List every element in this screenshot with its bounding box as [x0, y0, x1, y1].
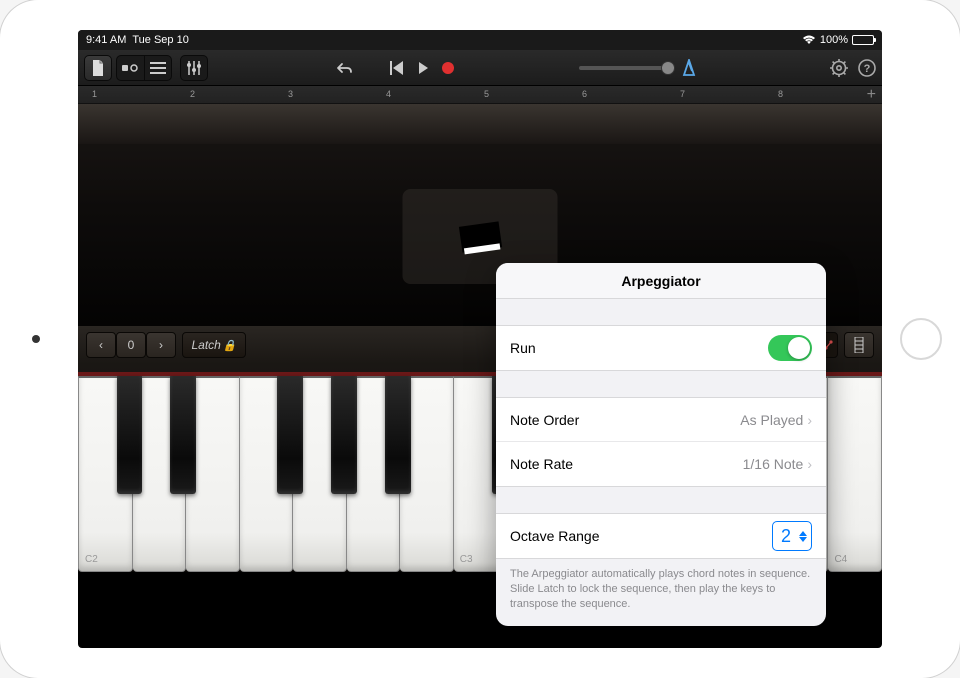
home-button[interactable] [900, 318, 942, 360]
note-rate-value: 1/16 Note [743, 456, 804, 472]
stepper-down-button[interactable] [799, 537, 807, 542]
lock-icon: 🔒 [223, 339, 237, 352]
octave-range-row: Octave Range 2 [496, 514, 826, 558]
play-button[interactable] [419, 62, 428, 74]
black-key[interactable] [117, 376, 143, 494]
ruler-mark: 4 [386, 89, 391, 99]
record-button[interactable] [442, 62, 454, 74]
arpeggiator-popover: Arpeggiator Run Note Order As Played › [496, 263, 826, 626]
svg-text:?: ? [864, 63, 871, 75]
go-to-beginning-button[interactable] [389, 61, 405, 75]
black-key[interactable] [385, 376, 411, 494]
stepper-up-button[interactable] [799, 531, 807, 536]
black-key[interactable] [170, 376, 196, 494]
ruler-mark: 8 [778, 89, 783, 99]
volume-knob[interactable] [661, 61, 675, 75]
screen: 9:41 AM Tue Sep 10 100% [78, 30, 882, 648]
my-songs-button[interactable] [84, 55, 112, 81]
metronome-button[interactable] [681, 59, 697, 77]
octave-range-label: Octave Range [510, 528, 772, 544]
popover-footer-text: The Arpeggiator automatically plays chor… [496, 559, 826, 626]
browser-button[interactable] [116, 55, 144, 81]
undo-button[interactable] [333, 55, 355, 81]
octave-up-button[interactable]: › [146, 332, 176, 358]
white-key[interactable]: C4 [828, 376, 882, 572]
note-order-label: Note Order [510, 412, 740, 428]
latch-label: Latch [191, 338, 220, 352]
note-order-row[interactable]: Note Order As Played › [496, 398, 826, 442]
key-label: C4 [834, 554, 847, 565]
ruler-mark: 2 [190, 89, 195, 99]
black-key[interactable] [331, 376, 357, 494]
note-rate-row[interactable]: Note Rate 1/16 Note › [496, 442, 826, 486]
latch-button[interactable]: Latch 🔒 [182, 332, 246, 358]
popover-arrow-icon [824, 401, 826, 421]
chevron-right-icon: › [807, 456, 812, 472]
chevron-right-icon: › [807, 412, 812, 428]
wifi-icon [802, 35, 816, 45]
run-label: Run [510, 340, 768, 356]
status-time: 9:41 AM [86, 34, 126, 46]
add-section-button[interactable]: + [867, 86, 876, 104]
status-bar: 9:41 AM Tue Sep 10 100% [78, 30, 882, 50]
ruler[interactable]: 1 2 3 4 5 6 7 8 + [78, 86, 882, 104]
status-date: Tue Sep 10 [132, 34, 188, 46]
settings-button[interactable] [830, 59, 848, 77]
ruler-mark: 7 [680, 89, 685, 99]
master-volume-slider[interactable] [579, 66, 669, 70]
ruler-mark: 5 [484, 89, 489, 99]
tracks-button[interactable] [144, 55, 172, 81]
track-controls-button[interactable] [180, 55, 208, 81]
run-toggle[interactable] [768, 335, 812, 361]
key-label: C2 [85, 554, 98, 565]
black-key[interactable] [277, 376, 303, 494]
battery-icon [852, 35, 874, 45]
note-rate-label: Note Rate [510, 456, 743, 472]
popover-title: Arpeggiator [496, 263, 826, 299]
ipad-frame: 9:41 AM Tue Sep 10 100% [0, 0, 960, 678]
octave-range-stepper[interactable]: 2 [772, 521, 812, 551]
run-row: Run [496, 326, 826, 370]
octave-value: 0 [116, 332, 146, 358]
help-button[interactable]: ? [858, 59, 876, 77]
ruler-mark: 6 [582, 89, 587, 99]
ruler-mark: 3 [288, 89, 293, 99]
key-label: C3 [460, 554, 473, 565]
note-order-value: As Played [740, 412, 803, 428]
octave-down-button[interactable]: ‹ [86, 332, 116, 358]
toolbar: ? [78, 50, 882, 86]
grand-piano-icon [458, 221, 501, 252]
octave-range-value: 2 [777, 526, 795, 547]
battery-percent: 100% [820, 34, 848, 46]
camera-icon [32, 335, 40, 343]
ruler-mark: 1 [92, 89, 97, 99]
keyboard-layout-button[interactable] [844, 332, 874, 358]
